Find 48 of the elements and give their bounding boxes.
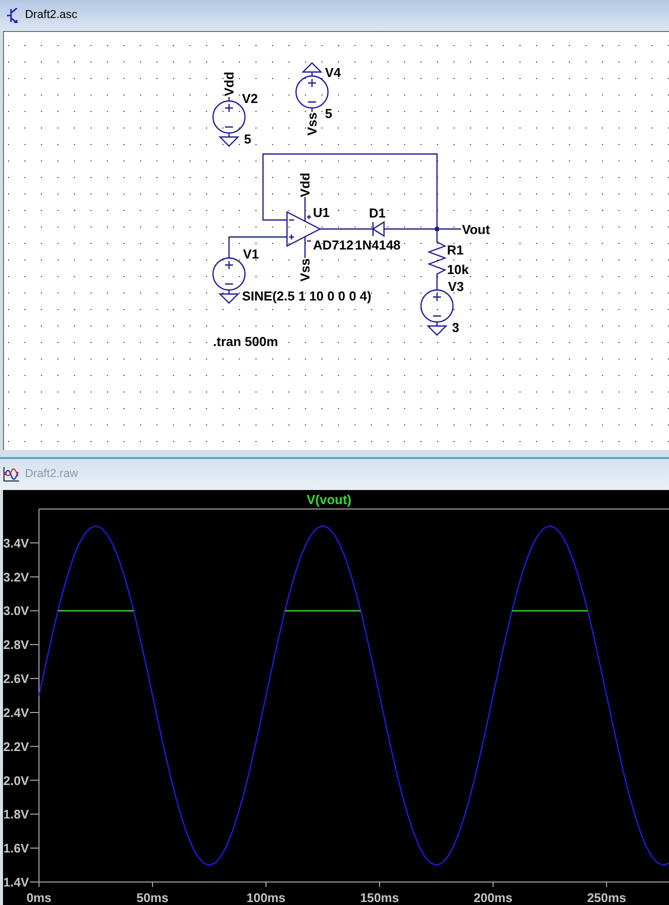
axis-tick-label: 1.6V <box>3 842 29 856</box>
component-ref: D1 <box>369 206 386 220</box>
component-value: AD712 <box>313 238 354 252</box>
waveform-icon <box>3 466 20 483</box>
axis-tick-label: 2.2V <box>3 740 29 754</box>
net-label: Vout <box>462 222 490 237</box>
ground-icon <box>426 325 448 336</box>
component-value: 1N4148 <box>355 238 401 252</box>
axis-tick-label: 3.0V <box>3 604 29 618</box>
axis-tick-label: 1.8V <box>3 808 29 822</box>
component-value: 3 <box>452 320 460 335</box>
axis-tick-label: 2.8V <box>3 638 29 652</box>
component-value: 10k <box>447 262 469 277</box>
trace-label: V(vout) <box>306 492 352 507</box>
axis-tick-label: 1.4V <box>3 876 29 890</box>
axis-tick-label: 2.6V <box>3 672 29 686</box>
component-value: 5 <box>325 106 332 121</box>
component-value: SINE(2.5 1 10 0 0 0 4) <box>242 288 372 304</box>
net-label: Vdd <box>222 72 236 96</box>
net-label: Vss <box>298 258 312 282</box>
transistor-icon <box>7 8 19 23</box>
component-ref: V3 <box>448 279 464 294</box>
component-ref: U1 <box>313 205 330 220</box>
component-value: 5 <box>244 132 252 146</box>
ground-icon <box>218 136 240 147</box>
axis-tick-label: 200ms <box>474 891 513 905</box>
axis-tick-label: 250ms <box>587 891 626 905</box>
ground-icon <box>218 293 240 304</box>
spice-directive: .tran 500m <box>213 334 278 349</box>
axis-tick-label: 0ms <box>26 891 52 905</box>
window-title: Draft2.raw <box>25 466 78 482</box>
axis-tick-label: 150ms <box>360 891 399 905</box>
component-ref: V4 <box>325 65 341 80</box>
axis-tick-label: 3.4V <box>3 536 29 550</box>
component-ref: V2 <box>242 91 258 106</box>
axis-tick-label: 2.0V <box>3 774 29 788</box>
axis-tick-label: 100ms <box>246 891 286 905</box>
axis-tick-label: 3.2V <box>3 570 29 584</box>
resistor-icon <box>427 229 447 286</box>
net-label: Vdd <box>298 172 312 198</box>
net-label: Vss <box>304 112 320 136</box>
diode-icon <box>372 220 385 237</box>
axis-tick-label: 2.4V <box>3 706 29 720</box>
window-title: Draft2.asc <box>25 8 78 23</box>
axis-tick-label: 50ms <box>136 891 168 905</box>
component-ref: V1 <box>243 246 259 262</box>
ground-icon <box>302 62 322 73</box>
component-ref: R1 <box>447 242 464 258</box>
